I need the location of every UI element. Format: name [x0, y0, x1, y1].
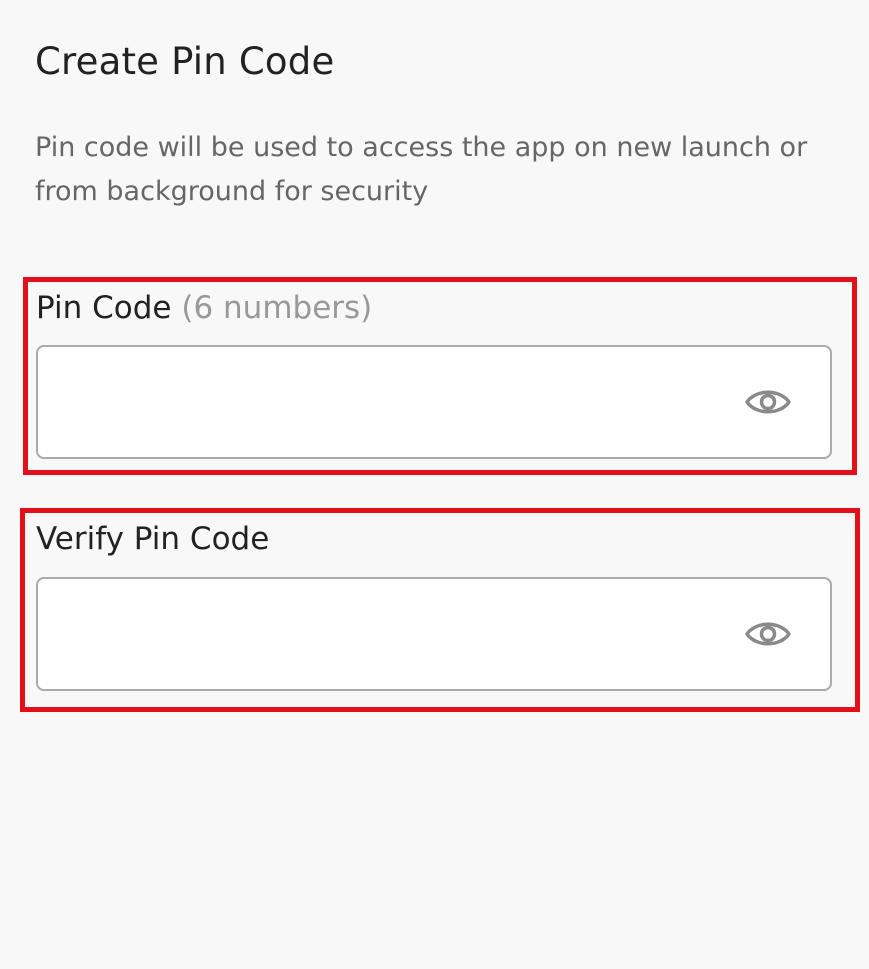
page-title: Create Pin Code — [35, 40, 335, 83]
verify-pin-code-label: Verify Pin Code — [36, 521, 270, 557]
page-description: Pin code will be used to access the app … — [35, 132, 808, 207]
pin-code-input-box[interactable] — [36, 345, 832, 459]
verify-pin-code-field-group: Verify Pin Code — [20, 508, 860, 712]
pin-code-label-text: Pin Code — [36, 290, 172, 326]
pin-code-input[interactable] — [58, 347, 742, 459]
pin-code-label: Pin Code (6 numbers) — [36, 290, 372, 326]
eye-icon[interactable] — [744, 615, 792, 653]
verify-pin-code-input[interactable] — [58, 579, 742, 691]
pin-code-hint: (6 numbers) — [181, 290, 373, 326]
verify-pin-code-input-box[interactable] — [36, 577, 832, 691]
pin-code-field-group: Pin Code (6 numbers) — [23, 277, 857, 475]
eye-icon[interactable] — [744, 383, 792, 421]
